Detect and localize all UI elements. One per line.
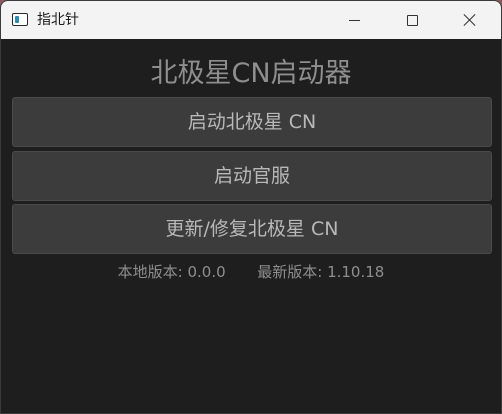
close-icon: [463, 13, 477, 27]
launcher-panel: 北极星CN启动器 启动北极星 CN 启动官服 更新/修复北极星 CN 本地版本:…: [1, 39, 501, 413]
close-button[interactable]: [447, 1, 493, 39]
minimize-button[interactable]: [331, 1, 377, 39]
title-bar[interactable]: 指北针: [1, 1, 501, 39]
update-repair-button[interactable]: 更新/修复北极星 CN: [12, 204, 492, 254]
version-info: 本地版本: 0.0.0 最新版本: 1.10.18: [1, 261, 501, 283]
launch-official-button[interactable]: 启动官服: [12, 151, 492, 201]
local-version-value: 0.0.0: [187, 263, 226, 281]
app-window-icon: [12, 13, 28, 26]
maximize-icon: [406, 14, 418, 26]
minimize-icon: [348, 19, 360, 21]
local-version-label: 本地版本:: [117, 263, 183, 281]
page-title: 北极星CN启动器: [150, 58, 352, 89]
window-title: 指北针: [37, 12, 79, 28]
app-window: 指北针 北极星CN启动器 启动北极星 CN 启动官服 更新/修复北极星 CN 本…: [0, 0, 502, 414]
maximize-button[interactable]: [389, 1, 435, 39]
launch-button[interactable]: 启动北极星 CN: [12, 97, 492, 147]
latest-version-label: 最新版本:: [257, 263, 323, 281]
latest-version-value: 1.10.18: [327, 263, 385, 281]
